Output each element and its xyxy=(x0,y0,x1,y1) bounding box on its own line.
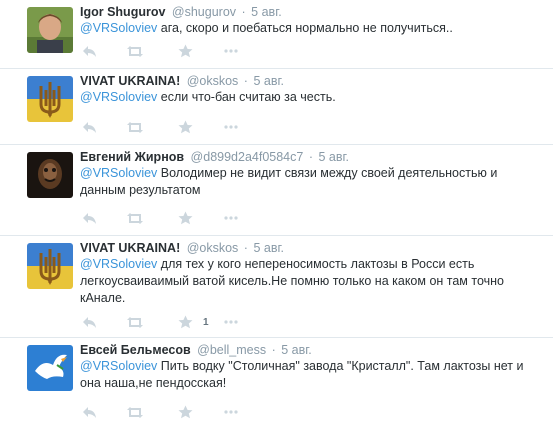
tweet-actions xyxy=(82,404,382,420)
tweet: VIVAT UKRAINA! @okskos · 5 авг. @VRSolov… xyxy=(0,69,553,145)
reply-button[interactable] xyxy=(82,314,97,330)
reply-icon xyxy=(83,316,96,328)
retweet-icon xyxy=(127,45,143,57)
tweet-actions xyxy=(82,210,382,226)
tweet-actions: 1 xyxy=(82,314,382,330)
timestamp[interactable]: 5 авг. xyxy=(318,150,349,164)
separator: · xyxy=(308,150,313,164)
mention-link[interactable]: @VRSoloviev xyxy=(80,359,157,373)
retweet-icon xyxy=(127,406,143,418)
more-icon xyxy=(224,410,238,414)
tweet-header: Igor Shugurov @shugurov · 5 авг. xyxy=(80,4,282,20)
tweet-body: ага, скоро и поебаться нормально не полу… xyxy=(157,21,453,35)
photo-avatar-icon xyxy=(27,7,73,53)
tweet-header: Евгений Жирнов @d899d2a4f0584c7 · 5 авг. xyxy=(80,149,349,165)
avatar[interactable] xyxy=(27,345,73,391)
avatar[interactable] xyxy=(27,76,73,122)
tweet-text: @VRSoloviev если что-бан считаю за честь… xyxy=(80,89,550,106)
tweet-actions xyxy=(82,43,382,59)
star-icon xyxy=(178,120,193,134)
star-icon xyxy=(178,315,193,329)
star-icon xyxy=(178,44,193,58)
author-handle[interactable]: @bell_mess xyxy=(197,343,266,357)
tweet-text: @VRSoloviev ага, скоро и поебаться норма… xyxy=(80,20,550,37)
favorite-button[interactable] xyxy=(178,119,203,135)
retweet-button[interactable] xyxy=(126,314,144,330)
more-button[interactable] xyxy=(224,210,238,226)
retweet-button[interactable] xyxy=(126,404,144,420)
more-icon xyxy=(224,49,238,53)
reply-icon xyxy=(83,212,96,224)
tweet-header: VIVAT UKRAINA! @okskos · 5 авг. xyxy=(80,73,284,89)
retweet-icon xyxy=(127,212,143,224)
mention-link[interactable]: @VRSoloviev xyxy=(80,257,157,271)
tweet-header: VIVAT UKRAINA! @okskos · 5 авг. xyxy=(80,240,284,256)
reply-icon xyxy=(83,45,96,57)
retweet-button[interactable] xyxy=(126,43,144,59)
star-icon xyxy=(178,405,193,419)
timestamp[interactable]: 5 авг. xyxy=(253,74,284,88)
author-handle[interactable]: @okskos xyxy=(187,241,239,255)
mention-link[interactable]: @VRSoloviev xyxy=(80,90,157,104)
timestamp[interactable]: 5 авг. xyxy=(281,343,312,357)
avatar[interactable] xyxy=(27,243,73,289)
tweet-feed: Igor Shugurov @shugurov · 5 авг. @VRSolo… xyxy=(0,0,553,427)
reply-button[interactable] xyxy=(82,43,97,59)
dark-figure-avatar-icon xyxy=(27,152,73,198)
timestamp[interactable]: 5 авг. xyxy=(253,241,284,255)
reply-button[interactable] xyxy=(82,404,97,420)
author-name[interactable]: VIVAT UKRAINA! xyxy=(80,74,180,88)
reply-button[interactable] xyxy=(82,210,97,226)
tweet: VIVAT UKRAINA! @okskos · 5 авг. @VRSolov… xyxy=(0,236,553,338)
author-handle[interactable]: @d899d2a4f0584c7 xyxy=(191,150,304,164)
favorite-button[interactable] xyxy=(178,404,203,420)
dove-avatar-icon xyxy=(27,345,73,391)
reply-icon xyxy=(83,121,96,133)
favorite-count: 1 xyxy=(203,316,209,328)
favorite-button[interactable]: 1 xyxy=(178,314,209,330)
tweet-header: Евсей Бельмесов @bell_mess · 5 авг. xyxy=(80,342,312,358)
more-icon xyxy=(224,216,238,220)
retweet-icon xyxy=(127,121,143,133)
separator: · xyxy=(243,241,248,255)
author-name[interactable]: Igor Shugurov xyxy=(80,5,165,19)
reply-icon xyxy=(83,406,96,418)
star-icon xyxy=(178,211,193,225)
more-button[interactable] xyxy=(224,404,238,420)
favorite-button[interactable] xyxy=(178,210,203,226)
more-button[interactable] xyxy=(224,314,238,330)
more-icon xyxy=(224,125,238,129)
author-name[interactable]: VIVAT UKRAINA! xyxy=(80,241,180,255)
retweet-button[interactable] xyxy=(126,210,144,226)
mention-link[interactable]: @VRSoloviev xyxy=(80,166,157,180)
more-icon xyxy=(224,320,238,324)
author-name[interactable]: Евгений Жирнов xyxy=(80,150,184,164)
avatar[interactable] xyxy=(27,7,73,53)
tweet-actions xyxy=(82,119,382,135)
trident-avatar-icon xyxy=(27,243,73,289)
author-handle[interactable]: @shugurov xyxy=(172,5,236,19)
timestamp[interactable]: 5 авг. xyxy=(251,5,282,19)
author-handle[interactable]: @okskos xyxy=(187,74,239,88)
tweet-text: @VRSoloviev Володимер не видит связи меж… xyxy=(80,165,520,199)
retweet-button[interactable] xyxy=(126,119,144,135)
separator: · xyxy=(271,343,276,357)
tweet: Евгений Жирнов @d899d2a4f0584c7 · 5 авг.… xyxy=(0,145,553,236)
tweet-text: @VRSoloviev для тех у кого непереносимос… xyxy=(80,256,510,307)
author-name[interactable]: Евсей Бельмесов xyxy=(80,343,191,357)
tweet: Евсей Бельмесов @bell_mess · 5 авг. @VRS… xyxy=(0,338,553,427)
separator: · xyxy=(241,5,246,19)
favorite-button[interactable] xyxy=(178,43,203,59)
more-button[interactable] xyxy=(224,119,238,135)
avatar[interactable] xyxy=(27,152,73,198)
retweet-icon xyxy=(127,316,143,328)
mention-link[interactable]: @VRSoloviev xyxy=(80,21,157,35)
tweet: Igor Shugurov @shugurov · 5 авг. @VRSolo… xyxy=(0,0,553,69)
reply-button[interactable] xyxy=(82,119,97,135)
more-button[interactable] xyxy=(224,43,238,59)
trident-avatar-icon xyxy=(27,76,73,122)
tweet-body: если что-бан считаю за честь. xyxy=(157,90,336,104)
tweet-text: @VRSoloviev Пить водку "Столичная" завод… xyxy=(80,358,525,392)
separator: · xyxy=(243,74,248,88)
